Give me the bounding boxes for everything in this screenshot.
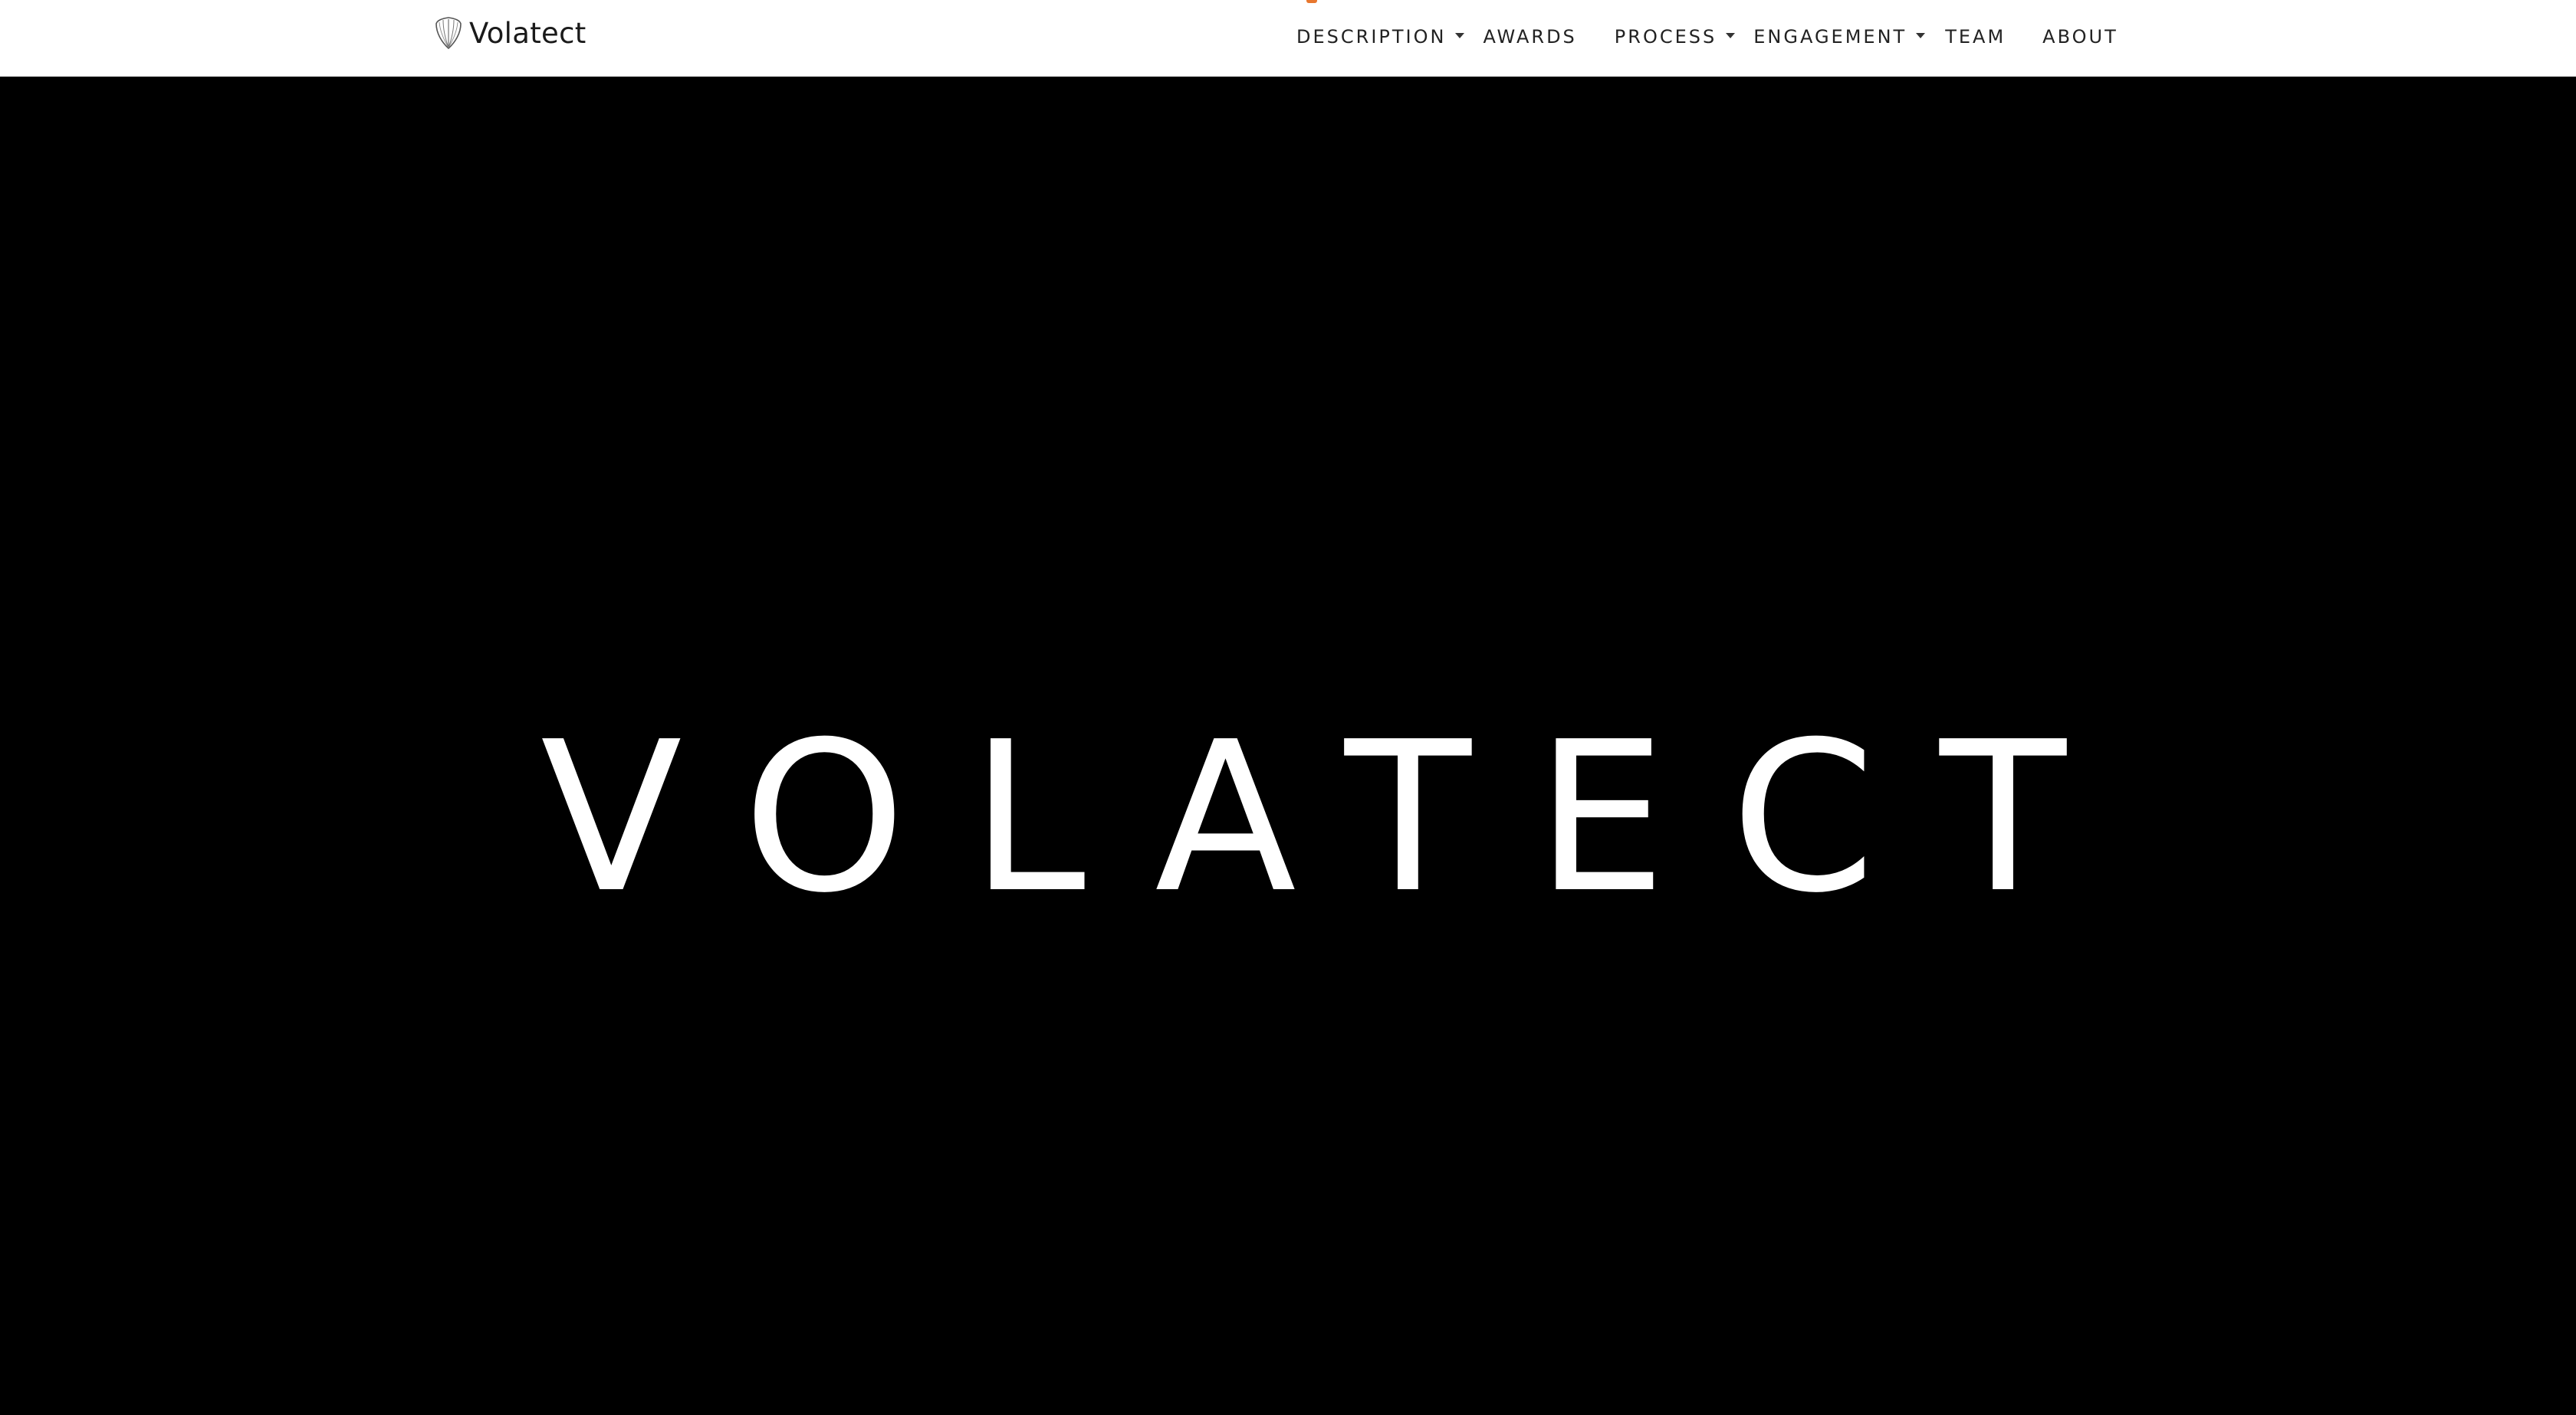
nav-item-label: DESCRIPTION: [1296, 26, 1447, 48]
nav-item-label: PROCESS: [1614, 26, 1717, 48]
hero-wordmark: VOLATECT: [540, 705, 2069, 897]
caret-down-icon: [1726, 32, 1736, 38]
nav-item-label: ENGAGEMENT: [1753, 26, 1907, 48]
nav-item-awards[interactable]: AWARDS: [1483, 26, 1576, 48]
nav-item-engagement[interactable]: ENGAGEMENT: [1753, 26, 1926, 48]
nav-item-label: ABOUT: [2042, 26, 2118, 48]
nav-item-team[interactable]: TEAM: [1945, 26, 2006, 48]
caret-down-icon: [1455, 32, 1465, 38]
brand-name: Volatect: [469, 16, 586, 50]
nav-item-process[interactable]: PROCESS: [1614, 26, 1736, 48]
hero-wordmark-text: VOLATECT: [540, 705, 2069, 897]
hero-section: VOLATECT: [0, 77, 2576, 1415]
nav-item-label: TEAM: [1945, 26, 2006, 48]
active-nav-indicator: [1306, 0, 1317, 3]
nav-item-about[interactable]: ABOUT: [2042, 26, 2118, 48]
shield-leaf-logo-icon: [435, 17, 462, 50]
nav-item-label: AWARDS: [1483, 26, 1577, 48]
brand-link[interactable]: Volatect: [434, 14, 586, 52]
caret-down-icon: [1916, 32, 1926, 38]
top-navbar: Volatect DESCRIPTION AWARDS PROCESS ENGA…: [0, 0, 2576, 77]
nav-item-description[interactable]: DESCRIPTION: [1296, 26, 1465, 48]
main-nav: DESCRIPTION AWARDS PROCESS ENGAGEMENT TE…: [1296, 21, 2118, 52]
